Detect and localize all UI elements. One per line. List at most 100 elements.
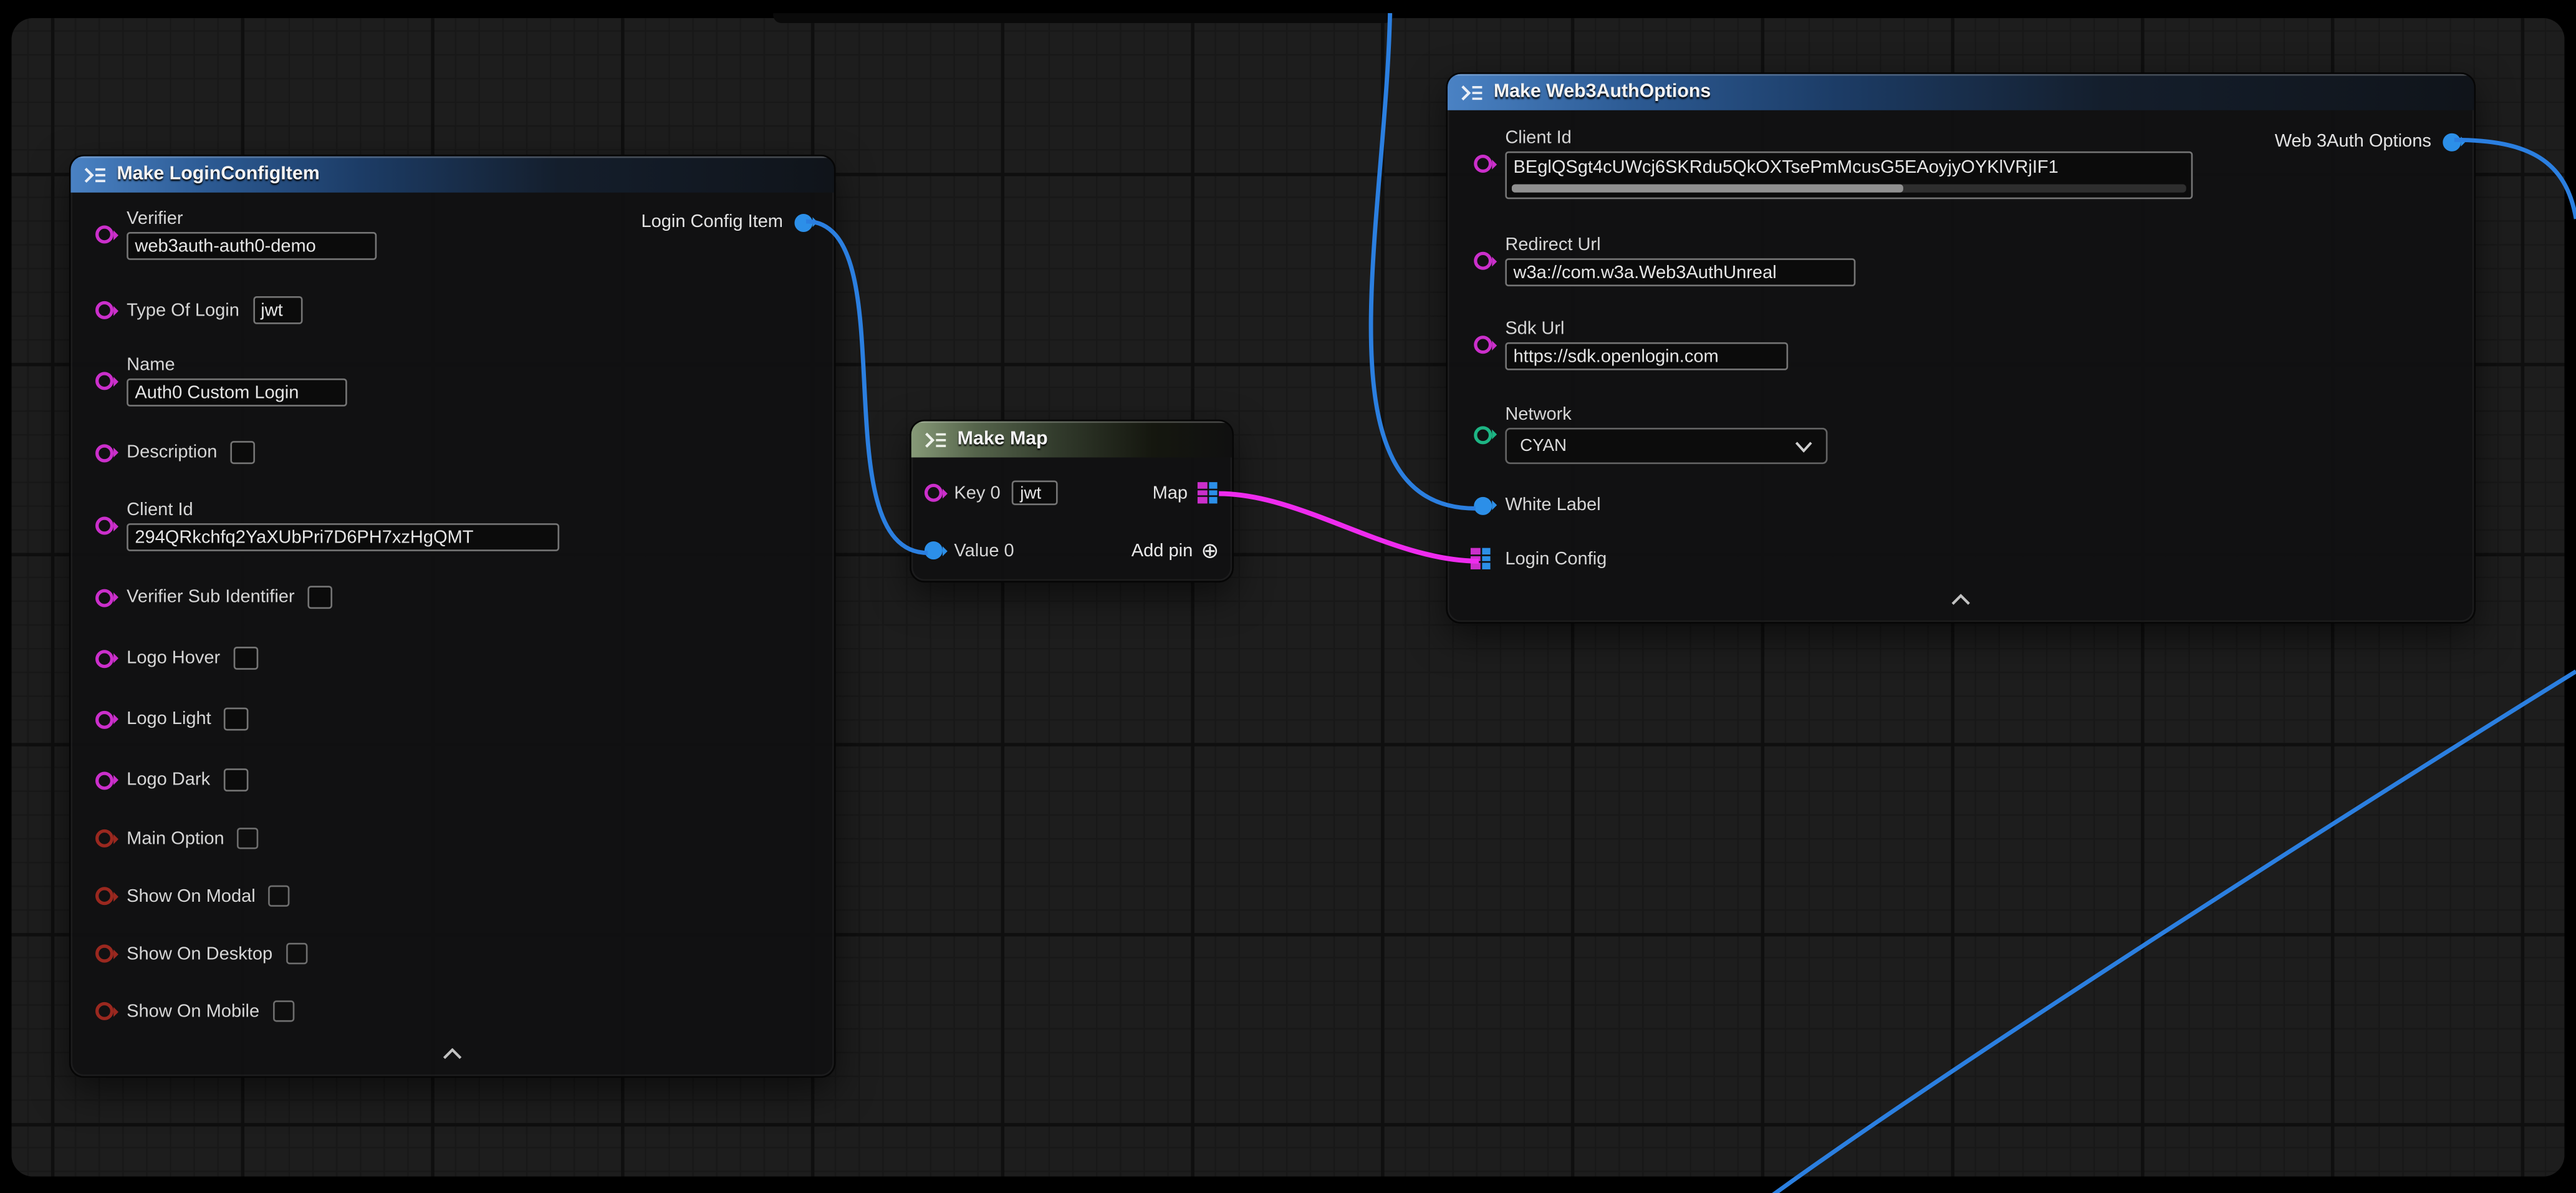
type-of-login-input[interactable]: jwt <box>252 296 302 324</box>
client-id-input[interactable]: BEglQSgt4cUWcj6SKRdu5QkOXTsePmMcusG5EAoy… <box>1505 152 2193 200</box>
name-input[interactable]: Auth0 Custom Login <box>127 379 347 407</box>
pin-row-login-config: Login Config <box>1471 548 1607 569</box>
pin-label: Client Id <box>1505 128 1571 148</box>
map-row-value: Value 0 Add pin ⊕ <box>925 539 1219 561</box>
logo-hover-pin[interactable] <box>95 649 113 667</box>
pin-label: White Label <box>1505 495 1600 515</box>
pin-row-show-on-modal: Show On Modal <box>95 886 290 907</box>
node-make-map[interactable]: Make Map Key 0 jwt Map Value 0 Add pin ⊕ <box>910 420 1234 582</box>
show-on-desktop-checkbox[interactable] <box>286 943 307 964</box>
pin-label: Type Of Login <box>127 301 239 321</box>
pin-row-white-label: White Label <box>1474 495 1600 515</box>
show-on-modal-pin[interactable] <box>95 887 113 905</box>
value-0-pin[interactable] <box>925 541 943 559</box>
show-on-mobile-pin[interactable] <box>95 1002 113 1020</box>
node-title: Make LoginConfigItem <box>117 165 319 185</box>
logo-dark-pin[interactable] <box>95 771 113 789</box>
blueprint-editor: Make LoginConfigItem Login Config Item V… <box>0 0 2576 1193</box>
client-id-value: BEglQSgt4cUWcj6SKRdu5QkOXTsePmMcusG5EAoy… <box>1514 153 2185 182</box>
pin-label: Value 0 <box>954 541 1014 561</box>
node-header[interactable]: Make Web3AuthOptions <box>1448 74 2474 110</box>
description-pin[interactable] <box>95 443 113 461</box>
pin-row-verifier: Verifier web3auth-auth0-demo <box>95 209 377 260</box>
pin-label: Show On Desktop <box>127 944 272 964</box>
make-map-icon <box>925 430 948 448</box>
map-row-key: Key 0 jwt Map <box>925 480 1219 505</box>
login-config-item-output-pin[interactable] <box>794 213 812 231</box>
main-option-checkbox[interactable] <box>238 828 259 849</box>
client-id-input[interactable]: 294QRkchfq2YaXUbPri7D6PH7xzHgQMT <box>127 523 559 551</box>
logo-light-input[interactable] <box>224 708 249 731</box>
add-pin-icon: ⊕ <box>1201 539 1219 561</box>
client-id-pin[interactable] <box>95 517 113 535</box>
pin-row-logo-light: Logo Light <box>95 708 249 731</box>
pin-label: Sdk Url <box>1505 319 1564 339</box>
type-of-login-pin[interactable] <box>95 301 113 319</box>
key-0-pin[interactable] <box>925 484 943 502</box>
network-pin[interactable] <box>1474 425 1492 443</box>
output-row: Web 3Auth Options <box>2275 125 2461 158</box>
verifier-input[interactable]: web3auth-auth0-demo <box>127 232 377 260</box>
pin-row-show-on-desktop: Show On Desktop <box>95 943 307 964</box>
node-header[interactable]: Make Map <box>911 421 1233 457</box>
name-pin[interactable] <box>95 372 113 390</box>
description-input[interactable] <box>230 441 255 464</box>
collapse-chevron-icon[interactable] <box>443 1038 463 1068</box>
make-struct-icon <box>84 165 107 183</box>
verifier-pin[interactable] <box>95 225 113 243</box>
pin-label: Logo Dark <box>127 770 210 790</box>
pin-row-client-id: Client Id BEglQSgt4cUWcj6SKRdu5QkOXTsePm… <box>1474 128 2193 199</box>
redirect-url-pin[interactable] <box>1474 252 1492 270</box>
horizontal-scrollbar[interactable] <box>1512 185 2186 193</box>
pin-label: Logo Light <box>127 709 211 729</box>
logo-light-pin[interactable] <box>95 710 113 728</box>
node-title: Make Map <box>958 430 1048 450</box>
pin-label: Verifier Sub Identifier <box>127 587 294 607</box>
pin-row-sdk-url: Sdk Url https://sdk.openlogin.com <box>1474 319 1788 370</box>
pin-label: Name <box>127 355 175 375</box>
login-config-pin[interactable] <box>1471 548 1492 569</box>
logo-hover-input[interactable] <box>233 647 258 670</box>
white-label-pin[interactable] <box>1474 496 1492 514</box>
collapse-chevron-icon[interactable] <box>1951 584 1971 614</box>
node-header[interactable]: Make LoginConfigItem <box>70 157 834 193</box>
show-on-desktop-pin[interactable] <box>95 945 113 963</box>
sdk-url-pin[interactable] <box>1474 336 1492 354</box>
web3auth-options-output-pin[interactable] <box>2443 132 2461 150</box>
output-label: Web 3Auth Options <box>2275 132 2431 152</box>
pin-row-show-on-mobile: Show On Mobile <box>95 1000 294 1022</box>
make-struct-icon <box>1461 83 1484 101</box>
pin-row-client-id: Client Id 294QRkchfq2YaXUbPri7D6PH7xzHgQ… <box>95 500 559 551</box>
offscreen-node-edge[interactable] <box>773 13 1393 23</box>
output-label: Login Config Item <box>641 212 782 232</box>
verifier-sub-identifier-pin[interactable] <box>95 588 113 606</box>
map-output-pin[interactable] <box>1198 482 1219 503</box>
pin-row-verifier-sub-identifier: Verifier Sub Identifier <box>95 586 332 609</box>
show-on-modal-checkbox[interactable] <box>269 886 290 907</box>
add-pin-label: Add pin <box>1132 541 1193 561</box>
redirect-url-input[interactable]: w3a://com.w3a.Web3AuthUnreal <box>1505 258 1855 286</box>
pin-row-name: Name Auth0 Custom Login <box>95 355 347 407</box>
pin-label: Verifier <box>127 209 183 229</box>
pin-label: Key 0 <box>954 483 1000 503</box>
pin-row-redirect-url: Redirect Url w3a://com.w3a.Web3AuthUnrea… <box>1474 235 1855 286</box>
map-output-label: Map <box>1153 483 1188 503</box>
pin-row-network: Network CYAN <box>1474 405 1827 464</box>
sdk-url-input[interactable]: https://sdk.openlogin.com <box>1505 342 1788 370</box>
node-make-loginconfigitem[interactable]: Make LoginConfigItem Login Config Item V… <box>69 155 836 1078</box>
main-option-pin[interactable] <box>95 829 113 848</box>
pin-row-type-of-login: Type Of Login jwt <box>95 296 302 324</box>
key-0-input[interactable]: jwt <box>1012 480 1058 505</box>
node-make-web3authoptions[interactable]: Make Web3AuthOptions Web 3Auth Options C… <box>1446 72 2476 624</box>
node-title: Make Web3AuthOptions <box>1494 82 1711 102</box>
client-id-pin[interactable] <box>1474 155 1492 173</box>
pin-row-logo-hover: Logo Hover <box>95 647 258 670</box>
scrollbar-thumb[interactable] <box>1512 185 1903 193</box>
output-row: Login Config Item <box>641 206 812 239</box>
show-on-mobile-checkbox[interactable] <box>272 1000 294 1022</box>
add-pin-button[interactable]: Add pin ⊕ <box>1132 539 1219 561</box>
logo-dark-input[interactable] <box>223 768 248 791</box>
verifier-sub-identifier-input[interactable] <box>308 586 333 609</box>
pin-row-description: Description <box>95 441 255 464</box>
network-select[interactable]: CYAN <box>1505 428 1827 464</box>
